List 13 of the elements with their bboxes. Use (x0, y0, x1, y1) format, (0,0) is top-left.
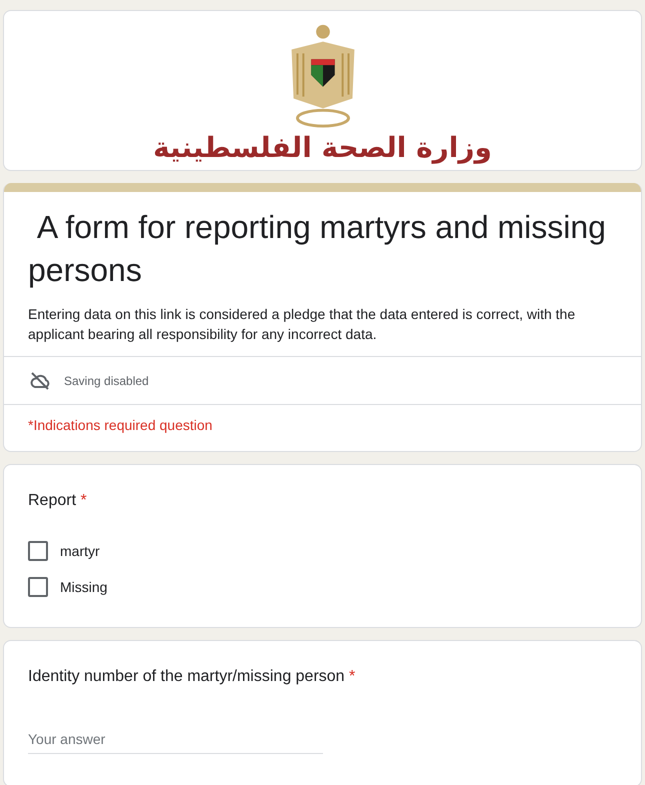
form-title: A form for reporting martyrs and missing persons (28, 208, 607, 290)
option-label: martyr (60, 543, 100, 559)
required-mark: * (349, 668, 356, 685)
checkbox[interactable] (28, 577, 48, 597)
question-title: Identity number of the martyr/missing person (28, 668, 345, 685)
form-description: Entering data on this link is considered a pledge that the data entered is correct, with the applicant bearing all responsibility for any incorrect data. (28, 305, 576, 344)
question-title: Report (28, 492, 76, 509)
required-mark: * (80, 492, 87, 509)
checkbox[interactable] (28, 541, 48, 561)
logo-text: وزارة الصحة الفلسطينية (153, 130, 492, 166)
saving-status: Saving disabled (64, 374, 149, 388)
required-note: *Indications required question (4, 404, 641, 451)
option-label: Missing (60, 579, 108, 595)
